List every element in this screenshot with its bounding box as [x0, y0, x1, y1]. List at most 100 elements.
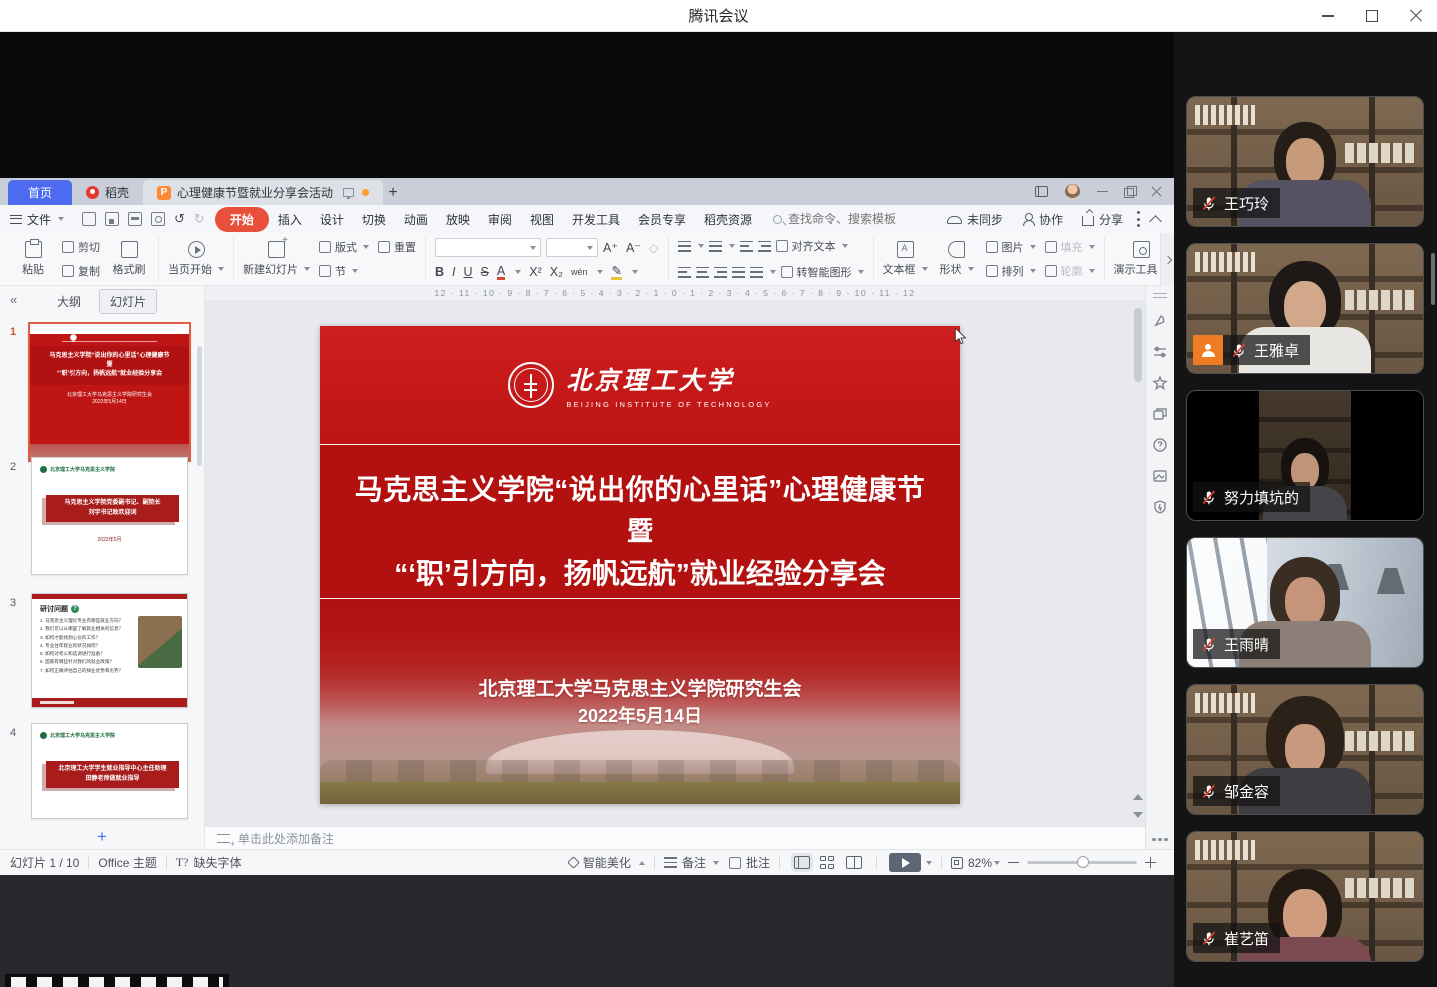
- zoom-slider-knob[interactable]: [1077, 856, 1089, 868]
- sidebar-toggle-icon[interactable]: [1035, 186, 1048, 197]
- fill-button[interactable]: 填充: [1045, 239, 1095, 255]
- font-decrease-button[interactable]: A⁻: [626, 240, 641, 255]
- add-slide-button[interactable]: +: [0, 827, 204, 847]
- new-file-icon[interactable]: [82, 212, 96, 226]
- increase-indent-icon[interactable]: [758, 241, 771, 252]
- numbered-list-icon[interactable]: [709, 241, 722, 252]
- zoom-percent[interactable]: 82%: [968, 856, 992, 870]
- slide-thumbnail-2[interactable]: 北京理工大学马克思主义学院 马克思主义学院党委副书记、副院长刘宇书记致欢迎词 2…: [31, 457, 188, 575]
- current-slide[interactable]: 北京理工大学 BEIJING INSTITUTE OF TECHNOLOGY 马…: [320, 326, 960, 804]
- slide-sorter-view-icon[interactable]: [820, 856, 836, 869]
- copy-button[interactable]: 复制: [62, 263, 100, 279]
- menu-insert[interactable]: 插入: [269, 208, 311, 231]
- subscript-button[interactable]: X₂: [550, 265, 563, 279]
- notes-toggle-button[interactable]: 备注: [664, 854, 719, 871]
- menu-start[interactable]: 开始: [215, 207, 269, 232]
- sync-status[interactable]: 未同步: [941, 209, 1009, 230]
- wps-minimize-icon[interactable]: [1097, 186, 1108, 197]
- toolbar-handle-icon[interactable]: [1153, 293, 1167, 298]
- superscript-button[interactable]: X²: [529, 265, 542, 279]
- tab-docer[interactable]: 稻壳: [72, 180, 143, 205]
- search-input[interactable]: [788, 212, 936, 226]
- canvas-scrollbar[interactable]: [1134, 308, 1142, 382]
- wps-close-icon[interactable]: [1151, 186, 1162, 197]
- menu-review[interactable]: 审阅: [479, 208, 521, 231]
- participant-tile[interactable]: 王雅卓: [1186, 243, 1424, 374]
- play-from-current-button[interactable]: 当页开始: [168, 241, 224, 277]
- shape-button[interactable]: 形状: [937, 241, 977, 277]
- slideshow-play-button[interactable]: [889, 853, 921, 872]
- highlight-button[interactable]: ✎: [611, 265, 621, 281]
- missing-font-warning[interactable]: T?缺失字体: [176, 854, 242, 871]
- slide-thumbnail-1[interactable]: 马克思主义学院“说出你的心里话”心理健康节暨“‘职’引方向，扬帆远航”就业经验分…: [28, 322, 191, 462]
- strikethrough-button[interactable]: S: [481, 265, 489, 279]
- slide-thumbnail-4[interactable]: 北京理工大学马克思主义学院 北京理工大学学生就业指导中心主任助理田静老师做就业指…: [31, 723, 188, 819]
- cut-button[interactable]: 剪切: [62, 239, 100, 255]
- reading-view-icon[interactable]: [846, 856, 862, 869]
- play-options-caret[interactable]: [926, 861, 932, 865]
- undo-icon[interactable]: ↺: [174, 211, 185, 227]
- underline-button[interactable]: U: [464, 265, 473, 279]
- user-avatar[interactable]: [1064, 183, 1081, 200]
- panel-scrollbar[interactable]: [197, 346, 202, 466]
- rocket-icon[interactable]: [1152, 313, 1168, 329]
- arrange-button[interactable]: 排列: [986, 263, 1036, 279]
- textbox-button[interactable]: 文本框: [883, 241, 928, 277]
- clear-format-icon[interactable]: ◇: [649, 240, 659, 255]
- menu-slideshow[interactable]: 放映: [437, 208, 479, 231]
- menu-design[interactable]: 设计: [311, 208, 353, 231]
- print-icon[interactable]: [128, 212, 142, 226]
- zoom-slider[interactable]: [1027, 861, 1137, 864]
- save-icon[interactable]: [105, 212, 119, 226]
- effects-star-icon[interactable]: [1152, 375, 1168, 391]
- new-slide-button[interactable]: 新建幻灯片: [243, 241, 310, 277]
- pinyin-guide-button[interactable]: wén: [571, 267, 588, 277]
- slide-thumbnail-3[interactable]: 研讨问题? 1. 马克思主义理论专业有哪些就业方向？ 2. 我们可以从哪里了解就…: [31, 593, 188, 708]
- outline-button[interactable]: 轮廓: [1045, 263, 1095, 279]
- more-menu-icon[interactable]: [1136, 211, 1140, 227]
- paste-button[interactable]: 粘贴: [13, 241, 53, 277]
- justify-icon[interactable]: [732, 267, 745, 278]
- share-button[interactable]: 分享: [1076, 209, 1129, 230]
- menu-docer-res[interactable]: 稻壳资源: [695, 208, 761, 231]
- section-button[interactable]: 节: [319, 263, 369, 279]
- italic-button[interactable]: I: [452, 265, 455, 279]
- tab-outline[interactable]: 大纲: [47, 290, 91, 313]
- shield-icon[interactable]: [1152, 499, 1168, 515]
- settings-sliders-icon[interactable]: [1152, 344, 1168, 360]
- menu-view[interactable]: 视图: [521, 208, 563, 231]
- file-menu[interactable]: 文件: [10, 211, 72, 228]
- menu-devtools[interactable]: 开发工具: [563, 208, 629, 231]
- align-right-icon[interactable]: [714, 267, 727, 278]
- zoom-out-icon[interactable]: [1008, 857, 1019, 868]
- align-center-icon[interactable]: [696, 267, 709, 278]
- image-edit-icon[interactable]: [1152, 468, 1168, 484]
- tab-slides[interactable]: 幻灯片: [99, 289, 157, 314]
- previous-slide-icon[interactable]: [1133, 794, 1143, 800]
- bullet-list-icon[interactable]: [678, 241, 691, 252]
- menu-transition[interactable]: 切换: [353, 208, 395, 231]
- to-smartart-button[interactable]: 转智能图形: [781, 264, 864, 280]
- toolbar-more-icon[interactable]: [1152, 838, 1168, 842]
- menu-member[interactable]: 会员专享: [629, 208, 695, 231]
- align-left-icon[interactable]: [678, 267, 691, 278]
- menu-animation[interactable]: 动画: [395, 208, 437, 231]
- command-search[interactable]: [773, 212, 936, 226]
- next-slide-icon[interactable]: [1133, 812, 1143, 818]
- print-preview-icon[interactable]: [151, 212, 165, 226]
- wps-restore-icon[interactable]: [1124, 186, 1135, 197]
- maximize-icon[interactable]: [1365, 9, 1379, 23]
- duplicate-screen-icon[interactable]: [1152, 406, 1168, 422]
- participant-tile[interactable]: 崔艺笛: [1186, 831, 1424, 962]
- theme-name[interactable]: Office 主题: [98, 854, 156, 871]
- zoom-in-icon[interactable]: [1145, 857, 1156, 868]
- format-painter-button[interactable]: 格式刷: [109, 241, 149, 277]
- layout-button[interactable]: 版式: [319, 239, 369, 255]
- normal-view-icon[interactable]: [794, 856, 810, 869]
- help-icon[interactable]: [1152, 437, 1168, 453]
- reset-button[interactable]: 重置: [378, 239, 416, 255]
- font-increase-button[interactable]: A⁺: [603, 240, 618, 255]
- participants-scrollbar[interactable]: [1431, 253, 1435, 305]
- bold-button[interactable]: B: [435, 265, 444, 279]
- redo-icon[interactable]: ↻: [194, 211, 205, 227]
